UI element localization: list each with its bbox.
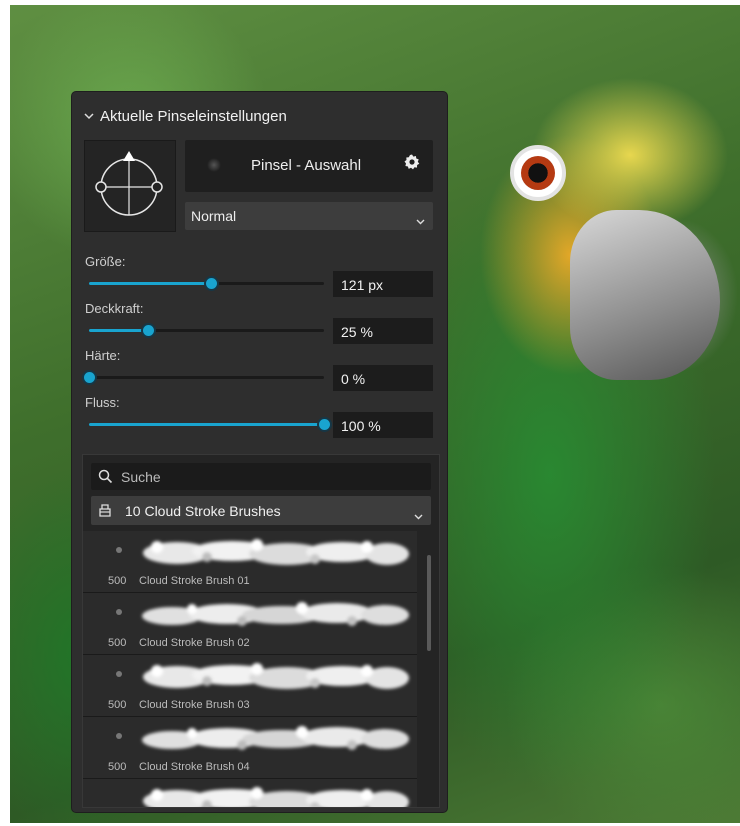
brush-list-item[interactable] [83, 779, 417, 807]
gear-icon[interactable] [403, 153, 421, 174]
size-slider[interactable] [89, 276, 324, 291]
brush-list-scrollbar[interactable] [421, 533, 437, 805]
brush-library: 10 Cloud Stroke Brushes 500 Cloud Stroke… [82, 454, 440, 808]
flow-label: Fluss: [85, 395, 120, 410]
opacity-slider[interactable] [89, 323, 324, 338]
brush-list-item[interactable]: 500 Cloud Stroke Brush 04 [83, 717, 417, 779]
cloud-stroke-preview [137, 597, 413, 633]
brush-tip-icon [207, 158, 221, 172]
chevron-down-icon [416, 212, 425, 228]
scrollbar-thumb[interactable] [427, 555, 431, 651]
opacity-label: Deckkraft: [85, 301, 144, 316]
opacity-value-field[interactable]: 25 % [333, 318, 433, 344]
brush-name: Cloud Stroke Brush 04 [139, 761, 250, 773]
brush-list-item[interactable]: 500 Cloud Stroke Brush 01 [83, 531, 417, 593]
brush-size: 500 [108, 761, 127, 773]
brush-tip-icon [116, 733, 122, 739]
hardness-value-field[interactable]: 0 % [333, 365, 433, 391]
brush-tip-icon [116, 609, 122, 615]
brush-size: 500 [108, 699, 127, 711]
hardness-slider-handle[interactable] [82, 370, 97, 385]
size-value-field[interactable]: 121 px [333, 271, 433, 297]
cloud-stroke-preview [137, 721, 413, 757]
brush-size: 500 [108, 575, 127, 587]
panel-title: Aktuelle Pinseleinstellungen [100, 108, 287, 125]
brush-name: Cloud Stroke Brush 03 [139, 699, 250, 711]
parrot-beak [570, 210, 720, 380]
brush-tip-icon [116, 547, 122, 553]
brush-category-dropdown[interactable]: 10 Cloud Stroke Brushes [91, 496, 431, 525]
blend-mode-value: Normal [191, 208, 237, 224]
brush-settings-panel: Aktuelle Pinseleinstellungen Pinsel - Au… [72, 92, 447, 812]
hardness-slider[interactable] [82, 370, 324, 385]
hardness-label: Härte: [85, 348, 121, 363]
brush-angle-icon [95, 151, 163, 216]
brush-list-item[interactable]: 500 Cloud Stroke Brush 02 [83, 593, 417, 655]
brush-direction-preview[interactable] [84, 140, 176, 232]
brush-name: Cloud Stroke Brush 01 [139, 575, 250, 587]
brush-category-value: 10 Cloud Stroke Brushes [125, 503, 281, 519]
brush-size: 500 [108, 637, 127, 649]
chevron-down-icon [84, 111, 94, 123]
brush-list[interactable]: 500 Cloud Stroke Brush 01 500 Cloud Stro… [83, 531, 417, 807]
parrot-eye [510, 145, 566, 201]
opacity-slider-handle[interactable] [140, 323, 156, 338]
search-field[interactable] [91, 463, 431, 490]
brush-tip-icon [116, 671, 122, 677]
size-label: Größe: [85, 254, 126, 269]
brush-list-item[interactable]: 500 Cloud Stroke Brush 03 [83, 655, 417, 717]
brush-select-button[interactable]: Pinsel - Auswahl [185, 140, 433, 192]
panel-header[interactable]: Aktuelle Pinseleinstellungen [84, 108, 287, 125]
blend-mode-dropdown[interactable]: Normal [185, 202, 433, 230]
brush-category-icon [97, 502, 113, 521]
flow-value-field[interactable]: 100 % [333, 412, 433, 438]
flow-slider-handle[interactable] [317, 417, 332, 432]
cloud-stroke-preview [137, 659, 413, 695]
cloud-stroke-preview [137, 783, 413, 807]
size-slider-handle[interactable] [204, 276, 220, 291]
cloud-stroke-preview [137, 535, 413, 571]
flow-slider[interactable] [89, 417, 332, 432]
brush-name: Cloud Stroke Brush 02 [139, 637, 250, 649]
search-icon [98, 469, 113, 487]
chevron-down-icon [414, 507, 423, 523]
brush-select-label: Pinsel - Auswahl [251, 157, 362, 174]
search-input[interactable] [119, 467, 423, 487]
